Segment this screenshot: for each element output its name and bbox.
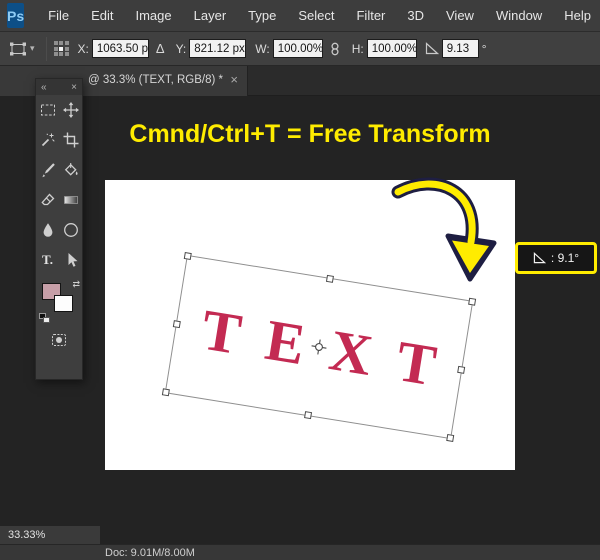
type-tool[interactable]: T. <box>36 245 59 275</box>
menu-layer[interactable]: Layer <box>183 0 238 32</box>
zoom-level-field[interactable]: 33.33% <box>0 526 100 544</box>
y-label: Y: <box>175 41 187 56</box>
gradient-icon <box>63 196 78 204</box>
workspace: Cmnd/Ctrl+T = Free Transform TEXT: 9.1° <box>0 96 600 544</box>
crop-icon <box>63 132 78 148</box>
y-input[interactable]: 821.12 px <box>189 39 247 58</box>
marquee-icon <box>40 104 55 116</box>
height-input[interactable]: 100.00% <box>366 39 417 58</box>
relative-positioning-delta-icon[interactable]: Δ <box>156 41 165 56</box>
reference-point-locator[interactable] <box>53 41 69 56</box>
tab-bar: @ 33.3% (TEXT, RGB/8) * × <box>0 66 600 96</box>
transform-handle-top-left[interactable] <box>183 252 192 261</box>
angle-icon <box>533 252 546 264</box>
x-label: X: <box>77 41 89 56</box>
rotation-tooltip: : 9.1° <box>515 242 597 274</box>
menu-view[interactable]: View <box>435 0 485 32</box>
menu-type[interactable]: Type <box>237 0 287 32</box>
width-label: W: <box>255 41 270 56</box>
transform-handle-middle-left[interactable] <box>172 320 181 329</box>
eraser-tool[interactable] <box>36 185 59 215</box>
menu-help[interactable]: Help <box>553 0 600 32</box>
blur-droplet-icon <box>43 223 52 237</box>
separator <box>45 36 47 61</box>
gradient-tool[interactable] <box>59 185 82 215</box>
ellipse-icon <box>63 223 78 237</box>
transform-handle-middle-right[interactable] <box>457 365 466 374</box>
transform-handle-top-right[interactable] <box>468 297 477 306</box>
eraser-icon <box>40 193 54 206</box>
rotation-tooltip-value: : 9.1° <box>550 251 580 265</box>
default-colors-icon[interactable] <box>39 313 52 325</box>
magic-wand-tool[interactable] <box>36 125 59 155</box>
default-background-swatch <box>43 317 50 323</box>
menu-edit[interactable]: Edit <box>80 0 124 32</box>
menu-image[interactable]: Image <box>124 0 182 32</box>
paint-bucket-icon <box>64 163 78 176</box>
path-select-tool[interactable] <box>59 245 82 275</box>
rotation-angle-icon <box>425 42 439 55</box>
ellipse-shape-tool[interactable] <box>59 215 82 245</box>
color-swatches: ⇄ <box>36 278 82 326</box>
chevron-down-icon[interactable]: ▾ <box>30 43 35 54</box>
collapse-panel-icon[interactable]: « <box>41 82 47 93</box>
transform-bounding-box-icon[interactable] <box>8 41 28 57</box>
transform-handle-bottom-middle[interactable] <box>304 411 313 420</box>
degree-label: ° <box>481 41 487 56</box>
path-select-arrow-icon <box>68 253 77 267</box>
menu-3d[interactable]: 3D <box>396 0 435 32</box>
options-bar: ▾ X: 1063.50 p Δ Y: 821.12 px W: 100.00%… <box>0 32 600 66</box>
crop-tool[interactable] <box>59 125 82 155</box>
photoshop-logo-icon: Ps <box>7 3 25 28</box>
tools-panel-header: « × <box>36 79 82 95</box>
move-tool[interactable] <box>59 95 82 125</box>
brush-tool[interactable] <box>36 155 59 185</box>
zoom-level-value: 33.33% <box>8 529 46 541</box>
document-size-info: Doc: 9.01M/8.00M <box>105 546 195 559</box>
maintain-aspect-ratio-link-icon[interactable] <box>329 41 341 57</box>
annotation-headline: Cmnd/Ctrl+T = Free Transform <box>129 120 491 148</box>
transform-handle-top-middle[interactable] <box>325 274 334 283</box>
width-input[interactable]: 100.00% <box>272 39 323 58</box>
rotation-input[interactable]: 9.13 <box>441 39 479 58</box>
reference-point-icon[interactable] <box>310 338 328 356</box>
document-tab-title: @ 33.3% (TEXT, RGB/8) * <box>88 74 224 86</box>
blur-tool[interactable] <box>36 215 59 245</box>
x-input[interactable]: 1063.50 p <box>91 39 149 58</box>
paint-bucket-tool[interactable] <box>59 155 82 185</box>
transform-handle-bottom-left[interactable] <box>161 388 170 397</box>
photoshop-window: Ps File Edit Image Layer Type Select Fil… <box>0 0 600 560</box>
transform-handle-bottom-right[interactable] <box>446 433 455 442</box>
swap-colors-icon[interactable]: ⇄ <box>72 279 80 290</box>
document-canvas[interactable]: TEXT <box>105 180 515 470</box>
menu-window[interactable]: Window <box>485 0 553 32</box>
magic-wand-icon <box>41 133 55 147</box>
menu-bar: Ps File Edit Image Layer Type Select Fil… <box>0 0 600 32</box>
background-color-swatch[interactable] <box>54 295 73 312</box>
tool-grid: T. <box>36 95 82 275</box>
menu-filter[interactable]: Filter <box>345 0 396 32</box>
menu-select[interactable]: Select <box>287 0 345 32</box>
tools-panel: « × T. ⇄ <box>35 78 83 380</box>
free-transform-box[interactable]: TEXT <box>161 252 477 442</box>
type-tool-icon: T. <box>42 252 53 267</box>
menu-file[interactable]: File <box>37 0 80 32</box>
height-label: H: <box>351 41 364 56</box>
quick-mask-icon <box>52 334 66 346</box>
tab-close-icon[interactable]: × <box>230 72 238 87</box>
close-panel-icon[interactable]: × <box>71 82 77 93</box>
brush-icon <box>41 163 55 178</box>
quick-mask-tool[interactable] <box>36 326 82 354</box>
move-icon <box>62 102 79 118</box>
rectangular-marquee-tool[interactable] <box>36 95 59 125</box>
status-bar: Doc: 9.01M/8.00M <box>0 544 600 560</box>
